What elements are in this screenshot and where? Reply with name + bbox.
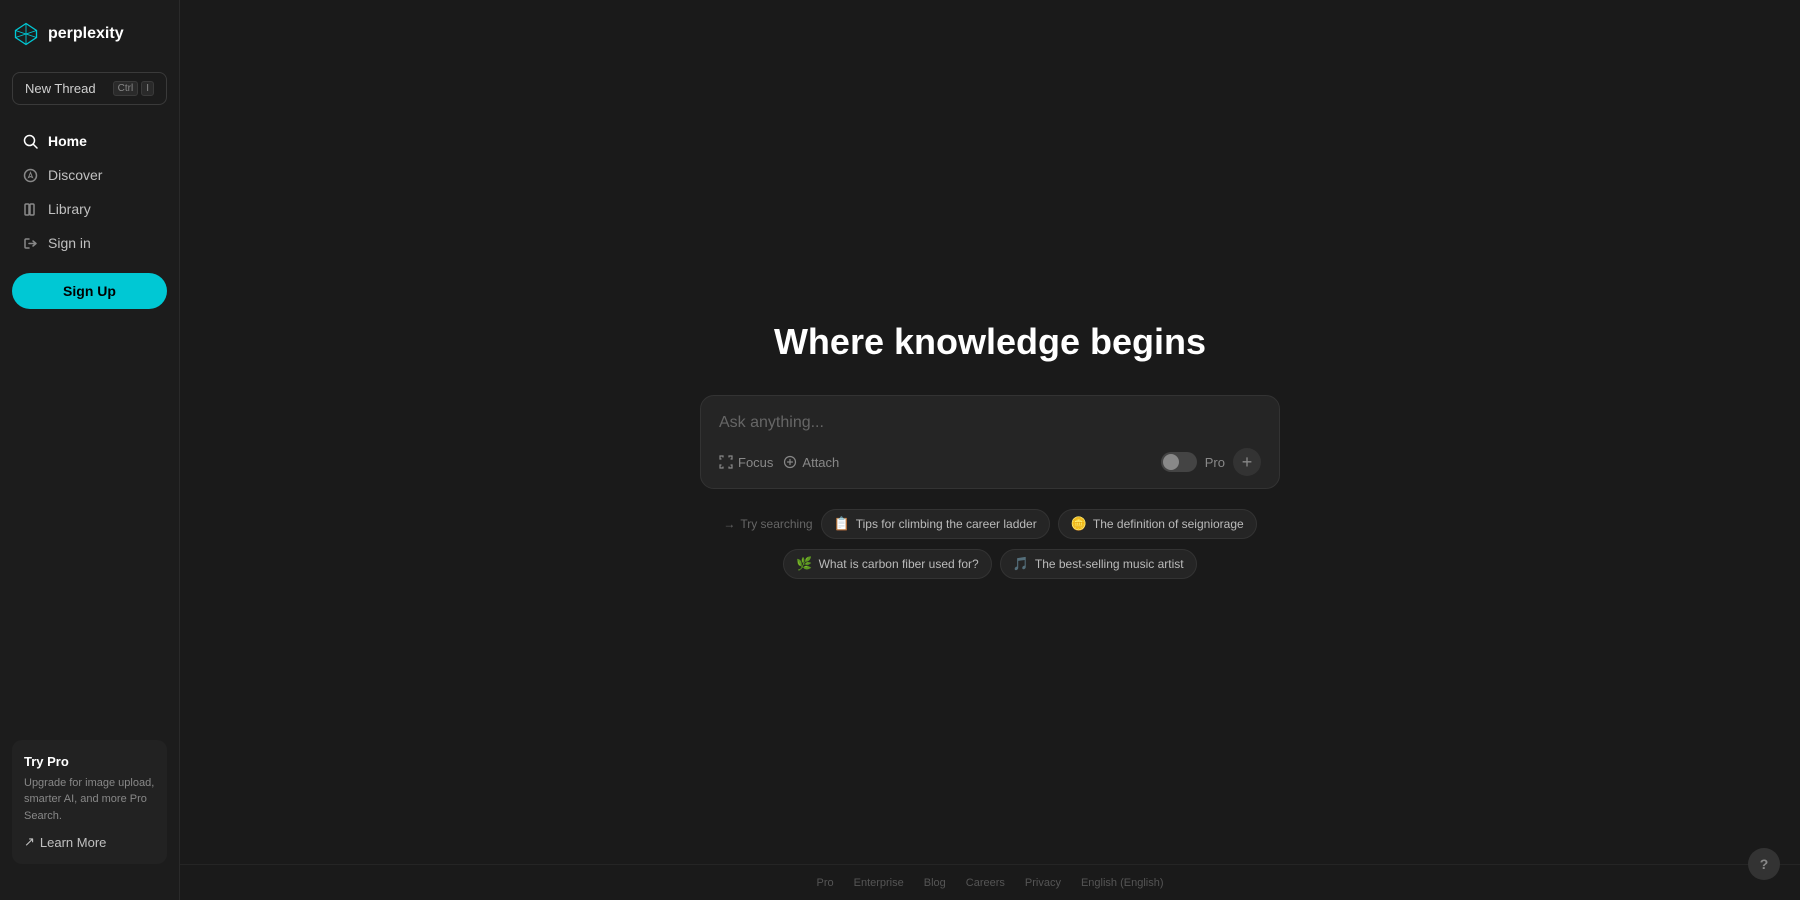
footer-language[interactable]: English (English) <box>1081 877 1164 889</box>
i-key: I <box>141 81 154 96</box>
suggestion-chip-music[interactable]: 🎵 The best-selling music artist <box>1000 549 1197 579</box>
footer-blog[interactable]: Blog <box>924 877 946 889</box>
seigniorage-emoji: 🪙 <box>1071 516 1087 532</box>
suggestions-row-2: 🌿 What is carbon fiber used for? 🎵 The b… <box>783 549 1196 579</box>
ctrl-key: Ctrl <box>113 81 139 96</box>
learn-more-button[interactable]: ↗ Learn More <box>24 834 106 850</box>
attach-button[interactable]: Attach <box>783 451 849 474</box>
perplexity-logo <box>12 20 40 48</box>
suggestion-chip-carbon[interactable]: 🌿 What is carbon fiber used for? <box>783 549 991 579</box>
search-box: Focus Attach Pro + <box>700 395 1280 489</box>
search-icon <box>22 133 38 149</box>
search-toolbar: Focus Attach Pro + <box>719 448 1261 476</box>
footer-pro[interactable]: Pro <box>816 877 833 889</box>
logo-text: perplexity <box>48 25 124 43</box>
try-pro-section: Try Pro Upgrade for image upload, smarte… <box>12 740 167 865</box>
search-input[interactable] <box>719 414 1261 432</box>
signin-icon <box>22 235 38 251</box>
seigniorage-label: The definition of seigniorage <box>1093 517 1244 531</box>
attach-icon <box>783 455 797 469</box>
suggestion-chip-seigniorage[interactable]: 🪙 The definition of seigniorage <box>1058 509 1257 539</box>
carbon-label: What is carbon fiber used for? <box>819 557 979 571</box>
focus-label: Focus <box>738 455 773 470</box>
focus-button[interactable]: Focus <box>719 451 783 474</box>
headline: Where knowledge begins <box>774 321 1206 363</box>
compass-icon <box>22 167 38 183</box>
mode-toggle[interactable] <box>1161 452 1197 472</box>
keyboard-shortcut: Ctrl I <box>113 81 154 96</box>
footer-bar: Pro Enterprise Blog Careers Privacy Engl… <box>180 864 1800 900</box>
help-button[interactable]: ? <box>1748 848 1780 880</box>
discover-label: Discover <box>48 167 102 183</box>
footer-privacy[interactable]: Privacy <box>1025 877 1061 889</box>
toolbar-right: Pro + <box>1161 448 1261 476</box>
pro-label: Pro <box>1205 455 1225 470</box>
learn-more-arrow: ↗ <box>24 834 35 850</box>
carbon-emoji: 🌿 <box>796 556 812 572</box>
sidebar-item-signin[interactable]: Sign in <box>12 227 167 259</box>
sidebar-item-discover[interactable]: Discover <box>12 159 167 191</box>
main-content: Where knowledge begins Focus Attach Pro … <box>180 0 1800 900</box>
music-label: The best-selling music artist <box>1035 557 1184 571</box>
career-emoji: 📋 <box>834 516 850 532</box>
signin-label: Sign in <box>48 235 91 251</box>
signup-button[interactable]: Sign Up <box>12 273 167 309</box>
music-emoji: 🎵 <box>1013 556 1029 572</box>
try-label: Try searching <box>740 517 812 531</box>
new-thread-button[interactable]: New Thread Ctrl I <box>12 72 167 105</box>
suggestion-chip-career[interactable]: 📋 Tips for climbing the career ladder <box>821 509 1050 539</box>
sidebar-item-library[interactable]: Library <box>12 193 167 225</box>
logo-area: perplexity <box>12 16 167 52</box>
sidebar: perplexity New Thread Ctrl I Home Discov… <box>0 0 180 900</box>
main-nav: Home Discover Library Sign in <box>12 125 167 261</box>
focus-icon <box>719 455 733 469</box>
career-label: Tips for climbing the career ladder <box>856 517 1037 531</box>
plus-button[interactable]: + <box>1233 448 1261 476</box>
suggestions-row-1: → Try searching 📋 Tips for climbing the … <box>723 509 1256 539</box>
new-thread-label: New Thread <box>25 81 96 96</box>
library-icon <box>22 201 38 217</box>
sidebar-item-home[interactable]: Home <box>12 125 167 157</box>
library-label: Library <box>48 201 91 217</box>
footer-enterprise[interactable]: Enterprise <box>854 877 904 889</box>
attach-label: Attach <box>802 455 839 470</box>
suggestions-area: → Try searching 📋 Tips for climbing the … <box>723 509 1256 579</box>
footer-careers[interactable]: Careers <box>966 877 1005 889</box>
learn-more-label: Learn More <box>40 835 106 850</box>
try-searching-label: → Try searching <box>723 509 812 539</box>
try-pro-title: Try Pro <box>24 754 155 769</box>
home-label: Home <box>48 133 87 149</box>
sidebar-bottom: Try Pro Upgrade for image upload, smarte… <box>12 740 167 885</box>
try-pro-description: Upgrade for image upload, smarter AI, an… <box>24 775 155 825</box>
